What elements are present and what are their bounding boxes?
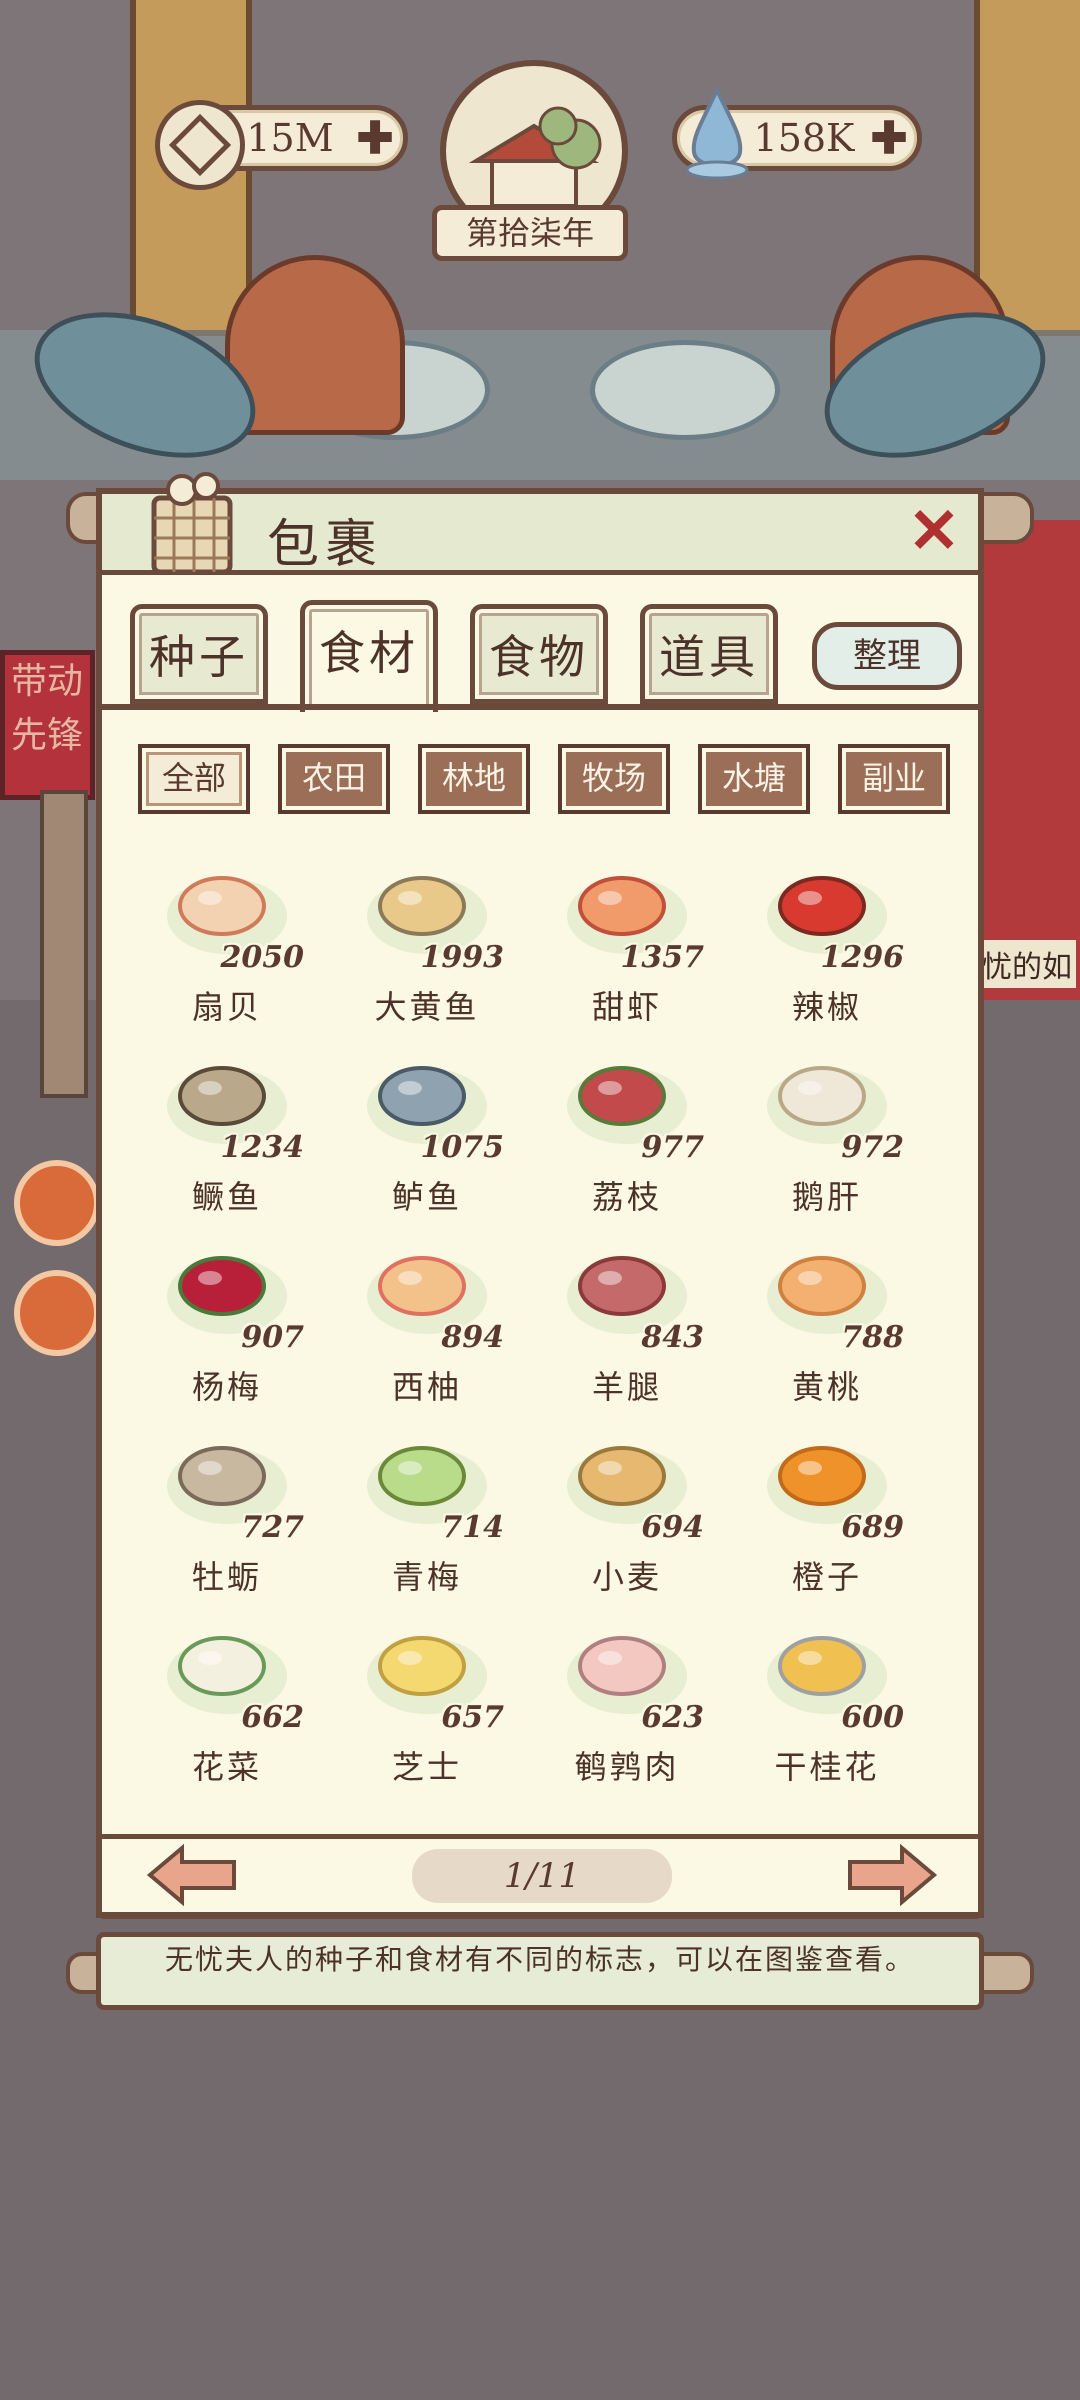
item-count: 894 (441, 1320, 504, 1355)
year-label: 第拾柒年 (432, 205, 628, 261)
orange-slice-icon (14, 1160, 100, 1246)
item-count: 1357 (620, 940, 705, 975)
item-count: 727 (241, 1510, 304, 1545)
item-count: 1075 (420, 1130, 505, 1165)
item-name: 橙子 (791, 1558, 862, 1596)
inventory-item[interactable]: 662 花菜 (132, 1614, 322, 1794)
pager-divider (102, 1834, 978, 1839)
item-name: 黄桃 (791, 1368, 862, 1406)
filter-farmland[interactable]: 农田 (278, 744, 390, 814)
item-count: 662 (241, 1700, 304, 1735)
filter-sideline[interactable]: 副业 (838, 744, 950, 814)
inventory-item[interactable]: 1075 鲈鱼 (332, 1044, 522, 1224)
item-name: 小麦 (591, 1558, 662, 1596)
year-badge: 第拾柒年 (420, 60, 640, 261)
page-indicator: 1/11 (412, 1849, 672, 1903)
item-count: 972 (841, 1130, 904, 1165)
item-count: 1993 (420, 940, 505, 975)
filter-all[interactable]: 全部 (138, 744, 250, 814)
item-name: 鳜鱼 (191, 1178, 262, 1216)
inventory-item[interactable]: 714 青梅 (332, 1424, 522, 1604)
coin-icon (155, 100, 245, 190)
item-name: 扇贝 (191, 988, 262, 1026)
inventory-item[interactable]: 788 黄桃 (732, 1234, 922, 1414)
item-count: 977 (641, 1130, 704, 1165)
item-count: 657 (441, 1700, 504, 1735)
water-counter: 158K ✚ (672, 85, 922, 180)
item-count: 1234 (220, 1130, 305, 1165)
item-name: 甜虾 (591, 988, 662, 1026)
item-count: 623 (641, 1700, 704, 1735)
banner-flag: 带动先锋 (0, 650, 95, 800)
panel-title: 包裹 (267, 515, 384, 575)
item-name: 牡蛎 (191, 1558, 262, 1596)
inventory-item[interactable]: 657 芝士 (332, 1614, 522, 1794)
item-name: 青梅 (391, 1558, 462, 1596)
inventory-item[interactable]: 727 牡蛎 (132, 1424, 322, 1604)
inventory-item[interactable]: 689 橙子 (732, 1424, 922, 1604)
filter-pond[interactable]: 水塘 (698, 744, 810, 814)
item-name: 荔枝 (591, 1178, 662, 1216)
item-name: 花菜 (191, 1748, 262, 1786)
inventory-panel: 包裹 ✕ 种子 食材 食物 道具 整理 全部 农田 林地 牧场 水塘 副业 20… (96, 472, 984, 1919)
inventory-item[interactable]: 894 西柚 (332, 1234, 522, 1414)
tidy-button[interactable]: 整理 (812, 622, 962, 690)
wooden-pillar-right (974, 0, 1080, 336)
add-coins-button[interactable]: ✚ (347, 113, 403, 164)
filter-woodland[interactable]: 林地 (418, 744, 530, 814)
item-count: 843 (641, 1320, 704, 1355)
orange-slice-icon (14, 1270, 100, 1356)
tab-ingredients[interactable]: 食材 (300, 600, 438, 712)
water-drop-icon (685, 85, 749, 180)
tab-seeds[interactable]: 种子 (130, 604, 268, 704)
inventory-item[interactable]: 1296 辣椒 (732, 854, 922, 1034)
filter-pasture[interactable]: 牧场 (558, 744, 670, 814)
inventory-item[interactable]: 694 小麦 (532, 1424, 722, 1604)
inventory-item[interactable]: 907 杨梅 (132, 1234, 322, 1414)
add-water-button[interactable]: ✚ (861, 113, 917, 164)
coin-counter: 15M ✚ (155, 100, 408, 190)
item-count: 788 (841, 1320, 904, 1355)
next-page-arrow-icon[interactable] (842, 1842, 942, 1908)
panel-header: 包裹 ✕ (102, 472, 978, 575)
tab-food[interactable]: 食物 (470, 604, 608, 704)
banner-pole (40, 790, 88, 1098)
item-count: 694 (641, 1510, 704, 1545)
item-name: 杨梅 (191, 1368, 262, 1406)
item-name: 芝士 (391, 1748, 462, 1786)
inventory-item[interactable]: 1993 大黄鱼 (332, 854, 522, 1034)
item-count: 600 (841, 1700, 904, 1735)
item-name: 干桂花 (774, 1748, 880, 1786)
item-count: 1296 (820, 940, 905, 975)
inventory-item[interactable]: 843 羊腿 (532, 1234, 722, 1414)
item-name: 西柚 (391, 1368, 462, 1406)
item-name: 鹌鹑肉 (574, 1748, 680, 1786)
inventory-item[interactable]: 2050 扇贝 (132, 854, 322, 1034)
basket-icon (151, 472, 233, 575)
inventory-item[interactable]: 623 鹌鹑肉 (532, 1614, 722, 1794)
item-name: 鲈鱼 (391, 1178, 462, 1216)
prev-page-arrow-icon[interactable] (142, 1842, 242, 1908)
item-name: 大黄鱼 (374, 988, 480, 1026)
inventory-item[interactable]: 972 鹅肝 (732, 1044, 922, 1224)
tab-divider (102, 704, 978, 710)
tab-props[interactable]: 道具 (640, 604, 778, 704)
close-button[interactable]: ✕ (904, 500, 964, 562)
item-name: 羊腿 (591, 1368, 662, 1406)
inventory-item[interactable]: 977 荔枝 (532, 1044, 722, 1224)
inventory-item[interactable]: 600 干桂花 (732, 1614, 922, 1794)
item-count: 689 (841, 1510, 904, 1545)
item-count: 907 (241, 1320, 304, 1355)
item-name: 鹅肝 (791, 1178, 862, 1216)
pager-divider-bottom (102, 1914, 978, 1919)
item-count: 714 (441, 1510, 504, 1545)
inventory-item[interactable]: 1234 鳜鱼 (132, 1044, 322, 1224)
item-name: 辣椒 (791, 988, 862, 1026)
inventory-item[interactable]: 1357 甜虾 (532, 854, 722, 1034)
cloud-ornament-right (590, 340, 780, 440)
item-count: 2050 (220, 940, 305, 975)
tip-scroll: 无忧夫人的种子和食材有不同的标志，可以在图鉴查看。 (96, 1932, 984, 2010)
side-sign-text: 忧的如 (978, 940, 1076, 988)
